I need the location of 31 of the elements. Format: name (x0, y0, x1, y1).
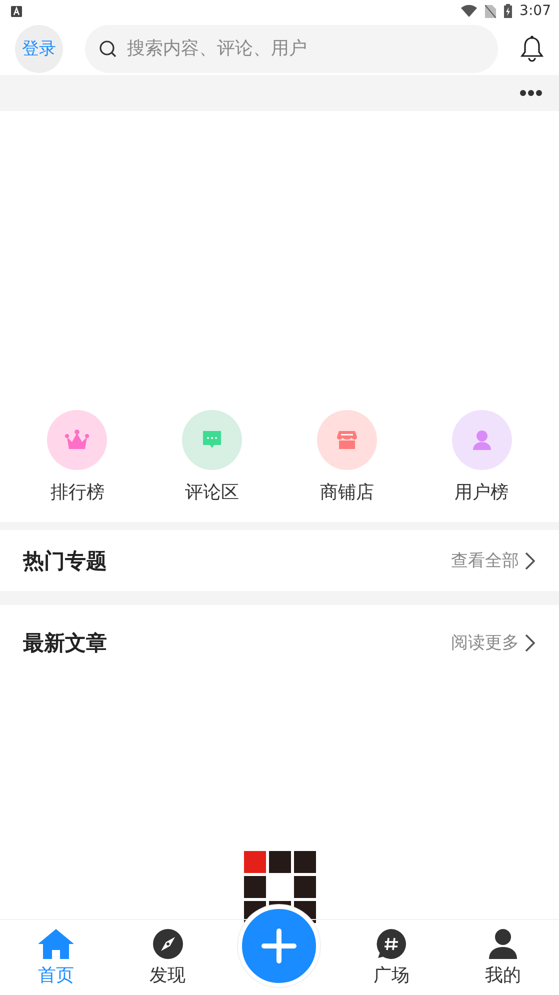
shortcut-label: 用户榜 (454, 481, 509, 504)
person-icon (470, 429, 493, 451)
more-icon[interactable] (520, 90, 542, 96)
tab-item[interactable]: 我的 (447, 920, 559, 995)
tab-item[interactable]: 首页 (0, 920, 112, 995)
section-title: 热门专题 (23, 548, 107, 574)
tab-item[interactable]: 发现 (112, 920, 224, 995)
person-icon (489, 928, 518, 958)
plus-icon (261, 928, 298, 964)
wifi-icon (460, 5, 477, 17)
home-icon (38, 928, 74, 958)
no-sim-icon (484, 4, 496, 18)
shortcut-label: 商铺店 (320, 481, 374, 504)
login-button[interactable]: 登录 (15, 24, 63, 72)
chevron-right-icon (525, 552, 535, 570)
shop-icon (336, 429, 358, 451)
hashtag-chat-icon (376, 928, 406, 958)
section-title: 最新文章 (23, 630, 107, 656)
shortcut-label: 排行榜 (50, 481, 104, 504)
tab-item[interactable]: 广场 (335, 920, 448, 995)
chevron-right-icon (525, 634, 535, 652)
see-more-link[interactable]: 查看全部 (451, 549, 535, 572)
see-more-link[interactable]: 阅读更多 (451, 631, 535, 654)
bell-icon[interactable] (520, 35, 544, 62)
status-time: 3:07 (520, 3, 551, 19)
shortcut-label: 评论区 (185, 481, 240, 504)
compass-icon (152, 928, 183, 958)
keyboard-indicator-icon (11, 6, 22, 16)
crown-icon (65, 429, 90, 451)
battery-charging-icon (504, 4, 512, 18)
search-field[interactable]: 搜索内容、评论、用户 (85, 24, 498, 72)
